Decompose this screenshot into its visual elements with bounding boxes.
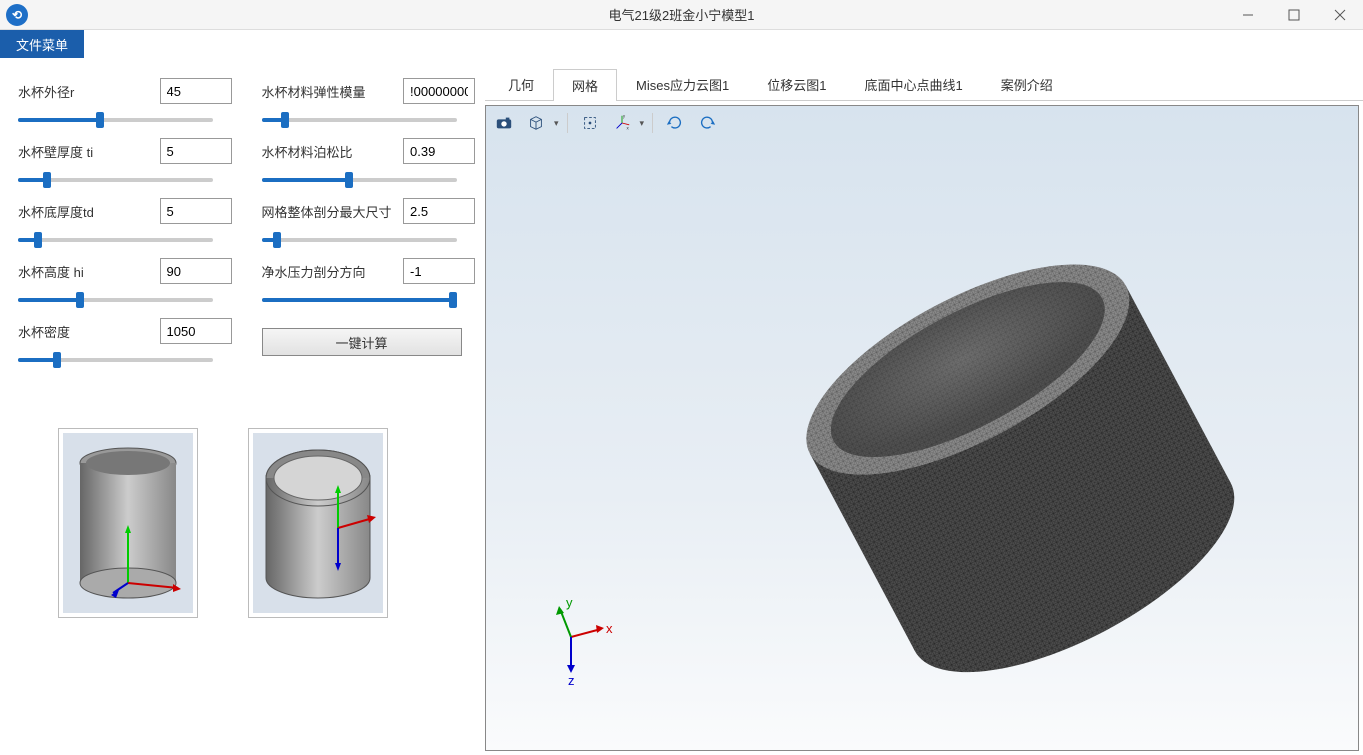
param-right-1: 水杯材料泊松比 (262, 138, 476, 188)
tab-4[interactable]: 底面中心点曲线1 (845, 68, 981, 100)
axis-gizmo: x y z (546, 597, 616, 690)
axis-icon[interactable]: yx (608, 110, 636, 136)
param-slider[interactable] (262, 170, 457, 188)
param-input[interactable] (403, 138, 475, 164)
svg-text:z: z (568, 673, 575, 687)
param-slider[interactable] (18, 350, 213, 368)
tab-2[interactable]: Mises应力云图1 (617, 68, 748, 100)
param-left-2: 水杯底厚度td (18, 198, 232, 248)
tab-0[interactable]: 几何 (489, 68, 553, 100)
param-slider[interactable] (262, 110, 457, 128)
param-label: 水杯密度 (18, 322, 70, 341)
preview-area (58, 428, 475, 618)
app-icon: ⟲ (6, 4, 28, 26)
param-left-3: 水杯高度 hi (18, 258, 232, 308)
minimize-button[interactable] (1225, 0, 1271, 30)
preview-image-2 (248, 428, 388, 618)
param-slider[interactable] (18, 110, 213, 128)
param-slider[interactable] (262, 230, 457, 248)
svg-text:x: x (626, 125, 629, 130)
tab-3[interactable]: 位移云图1 (748, 68, 845, 100)
param-label: 水杯材料弹性模量 (262, 82, 366, 101)
param-right-3: 净水压力剖分方向 (262, 258, 476, 308)
param-input[interactable] (403, 258, 475, 284)
param-left-1: 水杯壁厚度 ti (18, 138, 232, 188)
mesh-render (486, 106, 1358, 750)
3d-viewport[interactable]: ▾ yx ▾ (485, 105, 1359, 751)
param-input[interactable] (160, 258, 232, 284)
param-input[interactable] (160, 138, 232, 164)
preview-image-1 (58, 428, 198, 618)
param-slider[interactable] (262, 290, 457, 308)
maximize-button[interactable] (1271, 0, 1317, 30)
menu-bar: 文件菜单 (0, 30, 1363, 58)
svg-text:x: x (606, 621, 613, 636)
param-label: 水杯壁厚度 ti (18, 142, 93, 161)
param-label: 水杯材料泊松比 (262, 142, 353, 161)
svg-text:y: y (566, 597, 573, 610)
title-bar: ⟲ 电气21级2班金小宁模型1 (0, 0, 1363, 30)
window-title: 电气21级2班金小宁模型1 (609, 5, 755, 24)
param-slider[interactable] (18, 290, 213, 308)
tab-bar: 几何网格Mises应力云图1位移云图1底面中心点曲线1案例介绍 (485, 68, 1363, 101)
rotate-ccw-icon[interactable] (661, 110, 689, 136)
param-left-4: 水杯密度 (18, 318, 232, 368)
viewer-toolbar: ▾ yx ▾ (490, 110, 721, 136)
camera-icon[interactable] (490, 110, 518, 136)
param-right-2: 网格整体剖分最大尺寸 (262, 198, 476, 248)
param-input[interactable] (160, 198, 232, 224)
param-label: 水杯外径r (18, 82, 74, 101)
param-label: 水杯底厚度td (18, 202, 94, 221)
tab-5[interactable]: 案例介绍 (982, 68, 1072, 100)
param-input[interactable] (160, 318, 232, 344)
param-input[interactable] (403, 78, 475, 104)
param-input[interactable] (403, 198, 475, 224)
rotate-cw-icon[interactable] (693, 110, 721, 136)
calculate-button[interactable]: 一键计算 (262, 328, 462, 356)
param-slider[interactable] (18, 230, 213, 248)
viewer-panel: 几何网格Mises应力云图1位移云图1底面中心点曲线1案例介绍 ▾ yx ▾ (485, 58, 1363, 755)
close-button[interactable] (1317, 0, 1363, 30)
fit-icon[interactable] (576, 110, 604, 136)
param-label: 网格整体剖分最大尺寸 (262, 202, 392, 221)
file-menu[interactable]: 文件菜单 (0, 30, 84, 58)
cube-icon[interactable] (522, 110, 550, 136)
tab-1[interactable]: 网格 (553, 69, 617, 101)
window-controls (1225, 0, 1363, 30)
param-left-0: 水杯外径r (18, 78, 232, 128)
param-right-0: 水杯材料弹性模量 (262, 78, 476, 128)
param-slider[interactable] (18, 170, 213, 188)
parameter-panel: 水杯外径r 水杯材料弹性模量水杯壁厚度 ti 水杯材料泊松比水杯底厚度td 网格整体剖… (0, 58, 485, 755)
param-label: 水杯高度 hi (18, 262, 84, 281)
param-label: 净水压力剖分方向 (262, 262, 366, 281)
svg-text:y: y (622, 114, 625, 119)
param-input[interactable] (160, 78, 232, 104)
